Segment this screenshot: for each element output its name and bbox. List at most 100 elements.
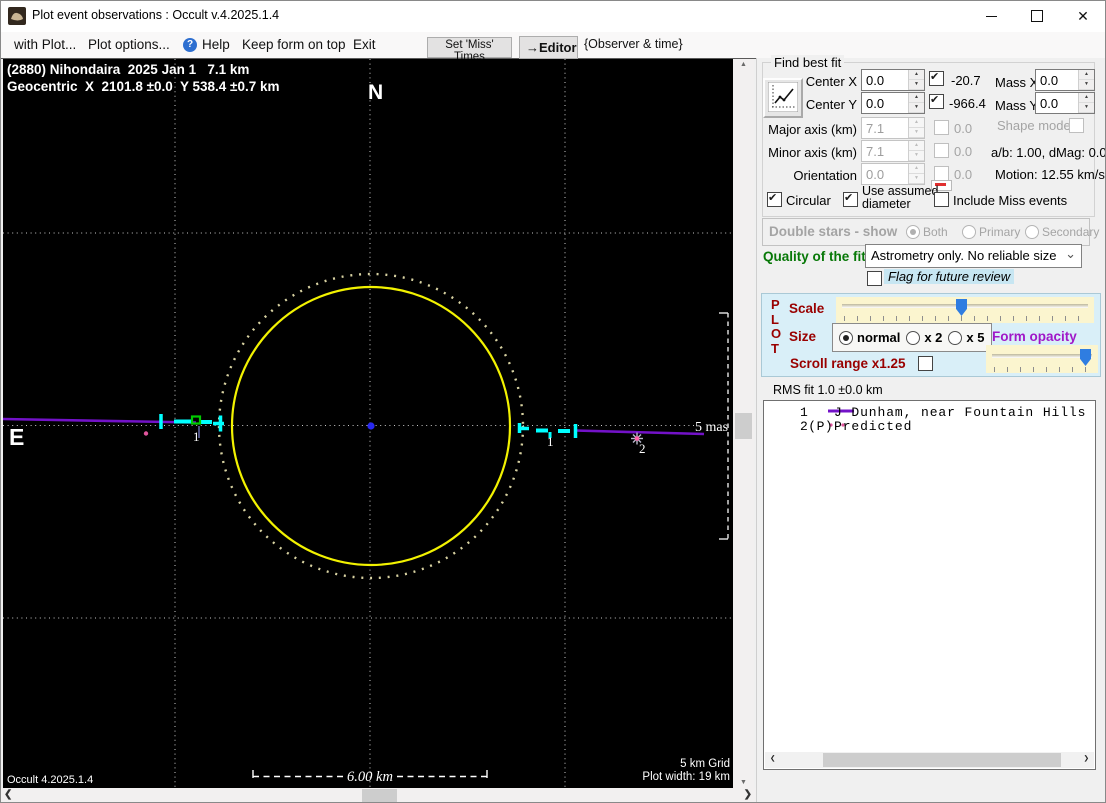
spinner-up-icon: ▲	[909, 118, 924, 128]
double-stars-primary-label: Primary	[979, 225, 1021, 239]
listbox-scroll-thumb[interactable]	[823, 753, 1061, 767]
menu-exit[interactable]: Exit	[353, 37, 376, 52]
scale-slider[interactable]	[836, 297, 1094, 323]
editor-button[interactable]: →Editor	[519, 36, 578, 59]
spinner-up-icon[interactable]: ▲	[1079, 70, 1094, 80]
motion-label: Motion: 12.55 km/s	[995, 167, 1105, 182]
horizontal-scroll-thumb[interactable]	[362, 789, 397, 802]
double-stars-secondary-radio	[1025, 225, 1039, 239]
scroll-up-icon[interactable]: ▲	[733, 61, 754, 68]
help-icon[interactable]: ?	[183, 38, 197, 52]
quality-combobox[interactable]: Astrometry only. No reliable size ⌄	[865, 244, 1082, 268]
north-label: N	[368, 81, 383, 104]
major-axis-unc: 0.0	[954, 121, 973, 136]
spinner-up-icon[interactable]: ▲	[909, 70, 924, 80]
size-x5-option[interactable]: x 5	[948, 330, 985, 345]
plot-letter-p: P	[771, 297, 780, 312]
chord1-right-label: 1	[547, 434, 554, 449]
plot-horizontal-scrollbar[interactable]: ❮ ❯	[0, 788, 756, 803]
east-label: E	[9, 424, 24, 450]
plot-letter-o: O	[771, 326, 782, 341]
km-scale-label: 6.00 km	[347, 769, 393, 785]
size-label: Size	[789, 329, 817, 344]
size-x5-radio[interactable]	[948, 330, 963, 345]
spinner-up-icon[interactable]: ▲	[1079, 93, 1094, 103]
plot-canvas[interactable]: (2880) Nihondaira 2025 Jan 1 7.1 km Geoc…	[2, 59, 733, 788]
double-stars-both-label: Both	[923, 225, 948, 239]
scroll-left-icon[interactable]: ❮	[4, 789, 12, 800]
close-icon: ✕	[1077, 7, 1089, 24]
chevron-down-icon[interactable]: ⌄	[1065, 246, 1076, 262]
mass-y-spinner[interactable]: 0.0 ▲ ▼	[1035, 92, 1095, 114]
minimize-button[interactable]	[968, 0, 1014, 32]
fit-x-checkbox[interactable]	[929, 70, 944, 86]
spinner-up-icon[interactable]: ▲	[909, 93, 924, 103]
plot-width-label: Plot width: 19 km	[642, 771, 730, 783]
size-normal-radio[interactable]	[839, 330, 853, 345]
spinner-up-icon: ▲	[909, 164, 924, 174]
listbox-horizontal-scrollbar[interactable]: ❮ ❯	[765, 752, 1094, 768]
size-normal-option[interactable]: normal	[839, 330, 900, 345]
maximize-button[interactable]	[1014, 0, 1060, 32]
spinner-down-icon[interactable]: ▼	[1079, 80, 1094, 90]
quality-label: Quality of the fit	[763, 249, 866, 264]
major-axis-spinner: 7.1 ▲ ▼	[861, 117, 925, 139]
center-x-spinner[interactable]: 0.0 ▲ ▼	[861, 69, 925, 91]
scale-slider-thumb[interactable]	[956, 299, 967, 316]
mass-x-spinner[interactable]: 0.0 ▲ ▼	[1035, 69, 1095, 91]
flag-review-checkbox[interactable]	[867, 271, 882, 286]
form-opacity-slider[interactable]	[986, 345, 1098, 373]
mass-y-label: Mass Y	[995, 98, 1039, 113]
menu-help[interactable]: Help	[202, 37, 230, 52]
center-y-spinner[interactable]: 0.0 ▲ ▼	[861, 92, 925, 114]
include-miss-events-checkbox[interactable]	[934, 192, 949, 207]
orientation-spinner: 0.0 ▲ ▼	[861, 163, 925, 185]
title-bar[interactable]: Plot event observations : Occult v.4.202…	[0, 0, 1106, 32]
ab-dmag-label: a/b: 1.00, dMag: 0.00	[991, 145, 1106, 160]
center-dot	[367, 422, 375, 430]
scroll-range-label: Scroll range x1.25	[790, 356, 906, 371]
menu-with-plot[interactable]: with Plot...	[14, 37, 76, 52]
observation-row[interactable]: 2(P) Predicted	[764, 419, 912, 434]
spinner-down-icon: ▼	[909, 128, 924, 138]
center-y-label: Center Y	[805, 97, 857, 112]
set-miss-times-button[interactable]: Set 'Miss' Times	[427, 37, 512, 63]
observation-row[interactable]: 1 J Dunham, near Fountain Hills	[764, 405, 1086, 420]
plot-controls-panel: P L O T Scale Size normal x 2 x 5 Form o…	[761, 293, 1101, 377]
spinner-down-icon[interactable]: ▼	[909, 103, 924, 113]
menu-keep-on-top[interactable]: Keep form on top	[242, 37, 346, 52]
spinner-down-icon[interactable]: ▼	[1079, 103, 1094, 113]
use-assumed-diameter-checkbox[interactable]	[843, 191, 858, 207]
minor-axis-spinner: 7.1 ▲ ▼	[861, 140, 925, 162]
mass-x-label: Mass X	[995, 75, 1039, 90]
circular-checkbox[interactable]	[767, 191, 782, 207]
fit-y-checkbox[interactable]	[929, 93, 944, 109]
minor-axis-unc-checkbox	[934, 143, 949, 158]
double-stars-primary-radio	[962, 225, 976, 239]
vertical-scroll-thumb[interactable]	[735, 413, 752, 439]
form-opacity-slider-thumb[interactable]	[1080, 349, 1091, 366]
menu-bar: with Plot... Plot options... ? Help Keep…	[0, 32, 1106, 63]
occult-app-icon	[8, 7, 26, 25]
fit-x-value: -20.7	[951, 73, 981, 88]
close-button[interactable]: ✕	[1060, 0, 1106, 32]
plot-title-line2: Geocentric X 2101.8 ±0.0 Y 538.4 ±0.7 km	[7, 79, 280, 94]
minimize-icon	[985, 15, 997, 17]
scroll-down-icon[interactable]: ▼	[733, 779, 754, 786]
spinner-down-icon[interactable]: ▼	[909, 80, 924, 90]
use-assumed-diameter-label: Use assumed diameter	[862, 184, 939, 211]
window-title: Plot event observations : Occult v.4.202…	[32, 8, 280, 22]
menu-plot-options[interactable]: Plot options...	[88, 37, 170, 52]
occultation-plot[interactable]: (2880) Nihondaira 2025 Jan 1 7.1 km Geoc…	[2, 59, 733, 788]
scroll-range-checkbox[interactable]	[918, 356, 933, 371]
size-x2-option[interactable]: x 2	[906, 330, 942, 345]
scroll-right-icon[interactable]: ❯	[1084, 754, 1089, 764]
scroll-left-icon[interactable]: ❮	[770, 754, 775, 764]
control-panel: Find best fit Center X 0.0 ▲▼ -20.7 Mass…	[756, 55, 1106, 803]
plot-vertical-scrollbar[interactable]: ▲ ▼	[733, 59, 754, 788]
scroll-right-icon[interactable]: ❯	[744, 789, 752, 800]
observer-time-label: {Observer & time}	[584, 37, 683, 51]
size-x2-radio[interactable]	[906, 330, 921, 345]
observations-listbox[interactable]: 1 J Dunham, near Fountain Hills 2(P) Pre…	[763, 400, 1096, 770]
orientation-unc-checkbox	[934, 166, 949, 181]
